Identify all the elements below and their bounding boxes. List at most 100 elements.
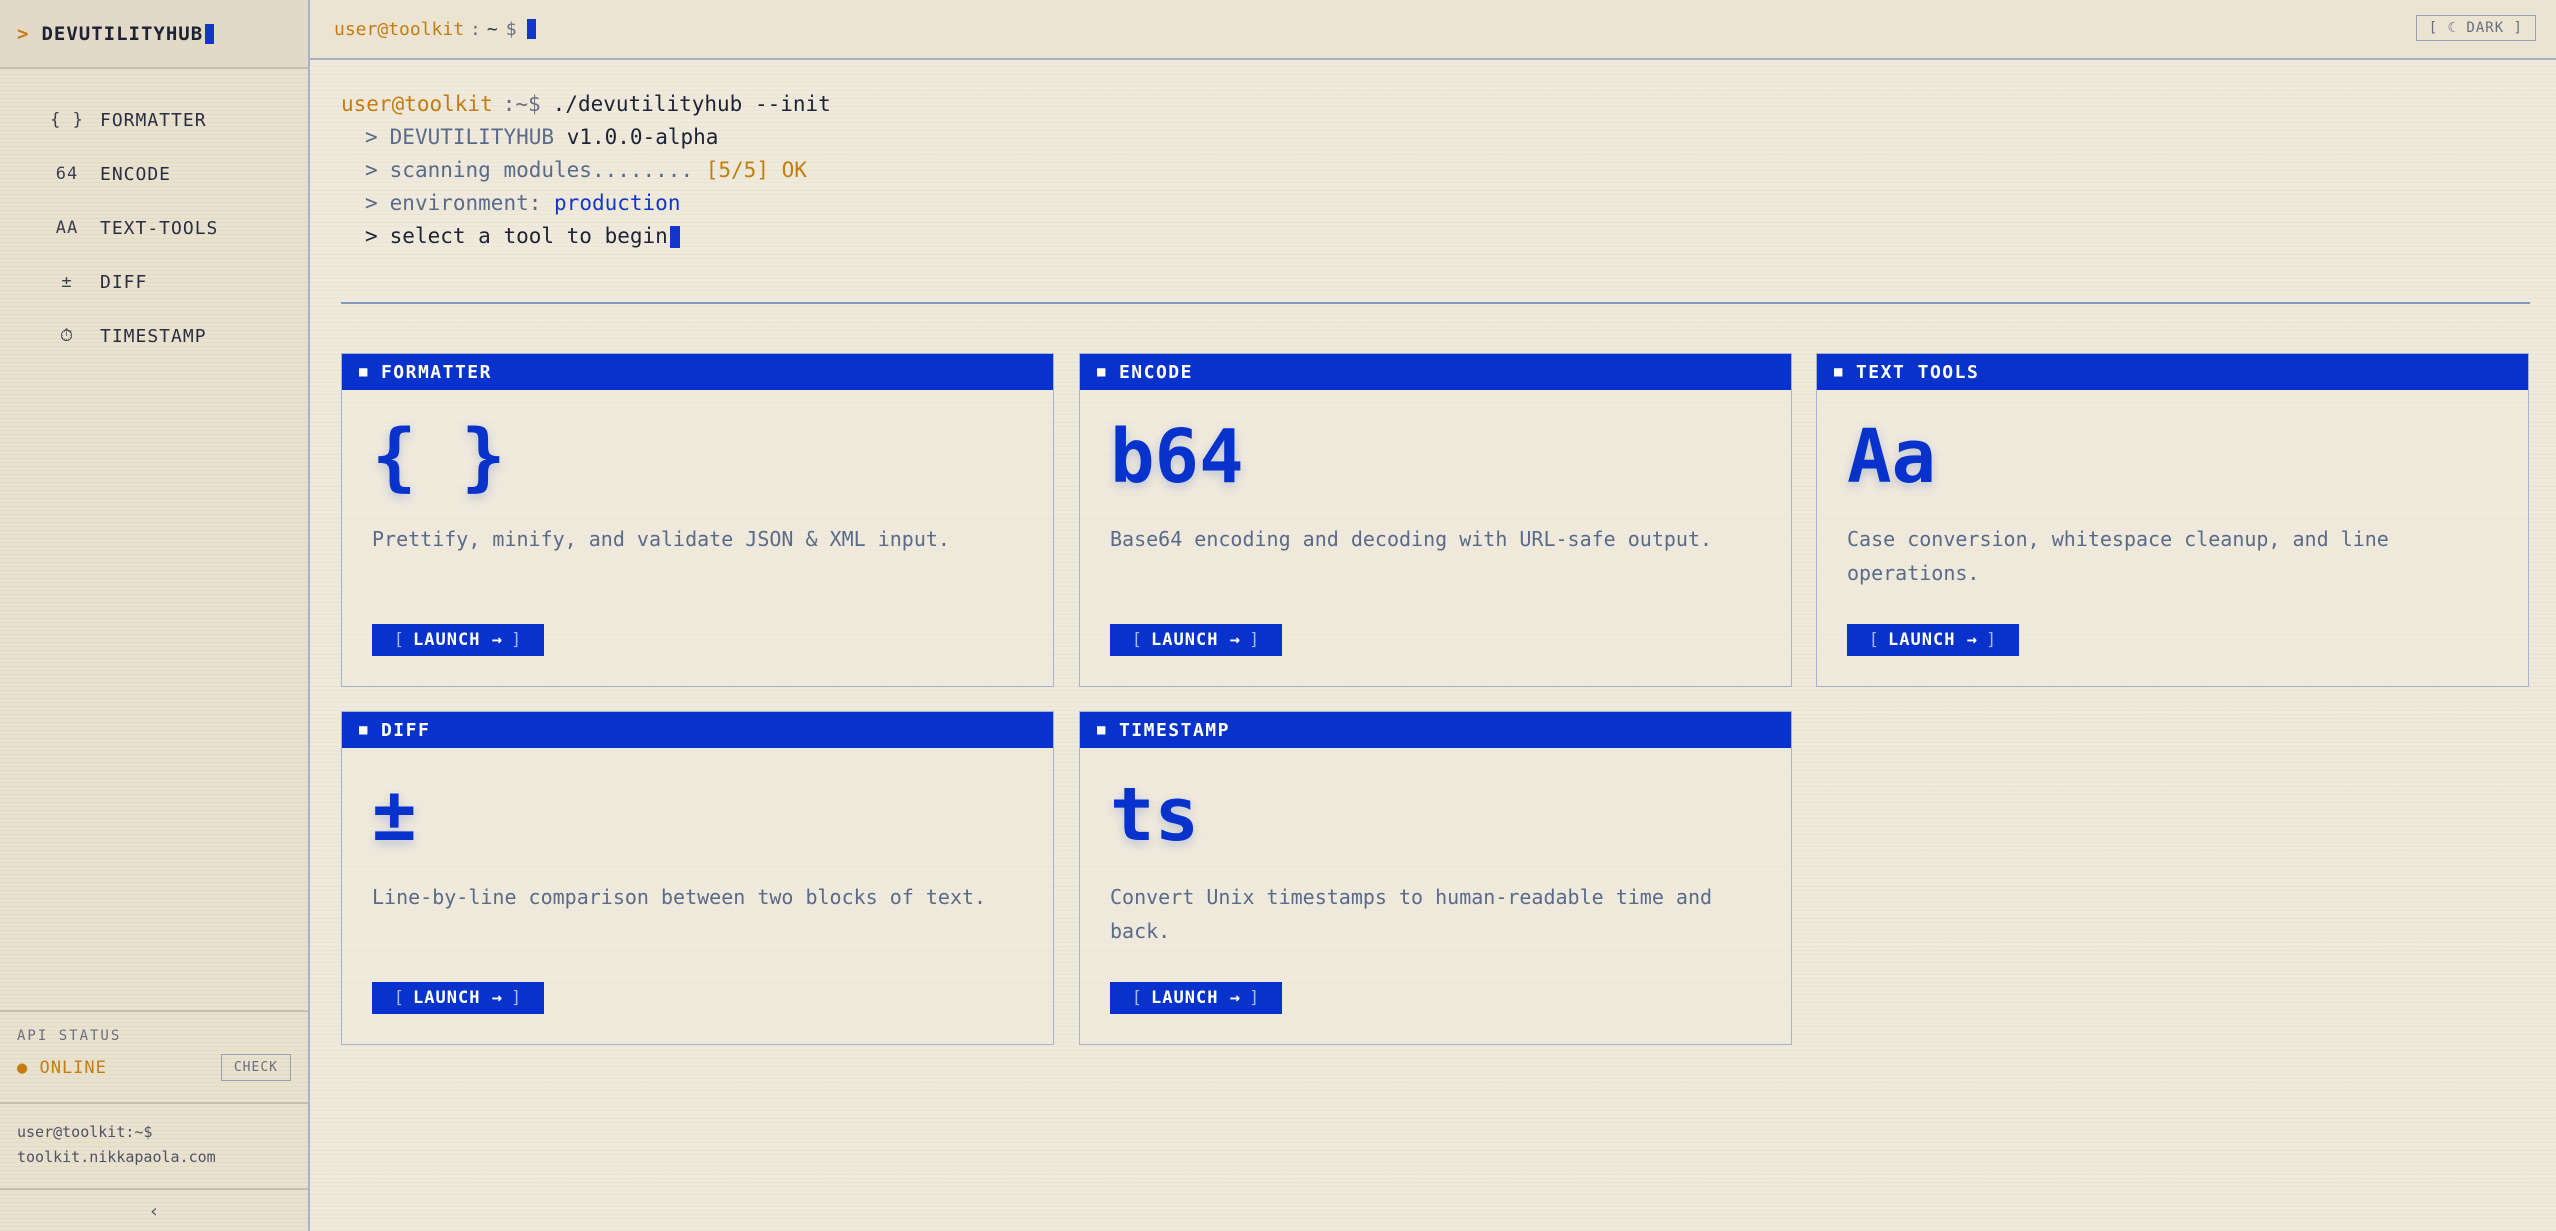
card-description: Case conversion, whitespace cleanup, and… (1847, 527, 2389, 585)
plus-minus-icon: ± (372, 772, 417, 858)
cursor-block (669, 226, 680, 248)
base64-icon: 64 (55, 164, 79, 184)
launch-encode-button[interactable]: [LAUNCH →] (1110, 624, 1282, 656)
card-title: ENCODE (1118, 361, 1193, 383)
launch-label: LAUNCH → (413, 988, 503, 1008)
collapse-sidebar-button[interactable]: ‹ (0, 1188, 308, 1231)
card-header: ■ TEXT TOOLS (1817, 354, 2528, 390)
launch-formatter-button[interactable]: [LAUNCH →] (372, 624, 544, 656)
topbar-user: user@toolkit (334, 18, 465, 40)
scan-text: scanning modules........ (389, 158, 694, 182)
version-number: v1.0.0-alpha (566, 125, 719, 149)
square-icon: ■ (1097, 364, 1107, 380)
brand-title: DEVUTILITYHUB (41, 22, 204, 45)
square-icon: ■ (1097, 722, 1107, 738)
stopwatch-icon: ⏱ (59, 326, 75, 346)
card-header: ■ ENCODE (1080, 354, 1791, 390)
theme-toggle-button[interactable]: [ ☾ DARK ] (2415, 15, 2536, 41)
card-description: Convert Unix timestamps to human-readabl… (1110, 885, 1713, 943)
card-description: Line-by-line comparison between two bloc… (372, 885, 987, 909)
launch-label: LAUNCH → (413, 630, 503, 650)
topbar: user@toolkit : ~ $ [ ☾ DARK ] (310, 0, 2556, 60)
card-title: TEXT TOOLS (1855, 361, 1980, 383)
card-header: ■ TIMESTAMP (1080, 712, 1791, 748)
square-icon: ■ (359, 364, 369, 380)
text-case-icon: AA (55, 218, 79, 238)
tool-card-timestamp: ■ TIMESTAMP ts Convert Unix timestamps t… (1079, 711, 1792, 1045)
launch-diff-button[interactable]: [LAUNCH →] (372, 982, 544, 1014)
terminal-line-env: > environment: production (341, 187, 831, 220)
timestamp-icon: ts (1110, 772, 1200, 858)
terminal-output: user@toolkit :~$ ./devutilityhub --init > D… (341, 88, 831, 253)
sidebar-nav: { } FORMATTER 64 ENCODE AA TEXT-TOOLS ± … (0, 69, 308, 363)
card-header: ■ FORMATTER (342, 354, 1053, 390)
sidebar-item-text-tools[interactable]: AA TEXT-TOOLS (0, 201, 308, 255)
launch-label: LAUNCH → (1151, 630, 1241, 650)
tool-card-encode: ■ ENCODE b64 Base64 encoding and decodin… (1079, 353, 1792, 687)
topbar-dollar: $ (505, 18, 517, 40)
chevron-left-icon: ‹ (148, 1201, 160, 1222)
env-value: production (554, 191, 681, 215)
footer-prompt: user@toolkit:~$ (17, 1123, 153, 1141)
sidebar: > DEVUTILITYHUB { } FORMATTER 64 ENCODE … (0, 0, 310, 1231)
scan-result: [5/5] OK (705, 158, 807, 182)
launch-label: LAUNCH → (1151, 988, 1241, 1008)
braces-icon: { } (372, 414, 506, 500)
sidebar-item-diff[interactable]: ± DIFF (0, 255, 308, 309)
tool-card-diff: ■ DIFF ± Line-by-line comparison between… (341, 711, 1054, 1045)
base64-icon: b64 (1110, 414, 1244, 500)
terminal-prompt: > (365, 224, 378, 248)
terminal-path: :~$ (502, 92, 541, 116)
square-icon: ■ (1834, 364, 1844, 380)
terminal-prompt: > (365, 191, 378, 215)
api-status-label: API STATUS (17, 1028, 122, 1044)
card-description: Base64 encoding and decoding with URL-sa… (1110, 527, 1713, 551)
card-title: DIFF (380, 719, 431, 741)
terminal-line-version: > DEVUTILITYHUB v1.0.0-alpha (341, 121, 831, 154)
sidebar-item-label: ENCODE (100, 163, 172, 185)
braces-icon: { } (50, 110, 84, 130)
sidebar-item-timestamp[interactable]: ⏱ TIMESTAMP (0, 309, 308, 363)
square-icon: ■ (359, 722, 369, 738)
sidebar-item-label: TIMESTAMP (100, 325, 207, 347)
sidebar-item-label: TEXT-TOOLS (100, 217, 219, 239)
plus-minus-icon: ± (61, 272, 73, 292)
version-name: DEVUTILITYHUB (389, 125, 555, 149)
terminal-prompt: > (365, 125, 378, 149)
terminal-command: ./devutilityhub --init (552, 92, 831, 116)
terminal-user: user@toolkit (341, 92, 493, 116)
topbar-path: ~ (486, 18, 498, 40)
topbar-separator: : (470, 18, 481, 40)
card-title: TIMESTAMP (1118, 719, 1230, 741)
api-status-panel: API STATUS ● ONLINE CHECK (0, 1010, 308, 1102)
terminal-prompt: > (365, 158, 378, 182)
card-description: Prettify, minify, and validate JSON & XM… (372, 527, 950, 551)
tool-card-text-tools: ■ TEXT TOOLS Aa Case conversion, whitesp… (1816, 353, 2529, 687)
sidebar-item-label: DIFF (100, 271, 148, 293)
tool-card-formatter: ■ FORMATTER { } Prettify, minify, and va… (341, 353, 1054, 687)
terminal-line-scan: > scanning modules........ [5/5] OK (341, 154, 831, 187)
text-case-icon: Aa (1847, 414, 1937, 500)
select-text: select a tool to begin (389, 224, 668, 248)
cursor-block (526, 19, 536, 39)
card-header: ■ DIFF (342, 712, 1053, 748)
launch-text-tools-button[interactable]: [LAUNCH →] (1847, 624, 2019, 656)
check-status-button[interactable]: CHECK (220, 1054, 291, 1081)
divider (341, 302, 2530, 304)
launch-timestamp-button[interactable]: [LAUNCH →] (1110, 982, 1282, 1014)
footer-domain: toolkit.nikkapaola.com (17, 1148, 216, 1166)
cursor-block (205, 23, 215, 44)
launch-label: LAUNCH → (1888, 630, 1978, 650)
api-status-row: ● ONLINE CHECK (17, 1054, 291, 1081)
env-label: environment: (389, 191, 542, 215)
terminal-line-select: > select a tool to begin (341, 220, 831, 253)
brand-prompt: > (17, 22, 30, 45)
brand[interactable]: > DEVUTILITYHUB (0, 0, 308, 69)
sidebar-item-formatter[interactable]: { } FORMATTER (0, 93, 308, 147)
sidebar-footer: user@toolkit:~$ toolkit.nikkapaola.com (0, 1102, 308, 1188)
card-title: FORMATTER (380, 361, 492, 383)
sidebar-item-label: FORMATTER (100, 109, 207, 131)
terminal-command-line: user@toolkit :~$ ./devutilityhub --init (341, 88, 831, 121)
sidebar-item-encode[interactable]: 64 ENCODE (0, 147, 308, 201)
status-badge: ● ONLINE (17, 1057, 107, 1078)
